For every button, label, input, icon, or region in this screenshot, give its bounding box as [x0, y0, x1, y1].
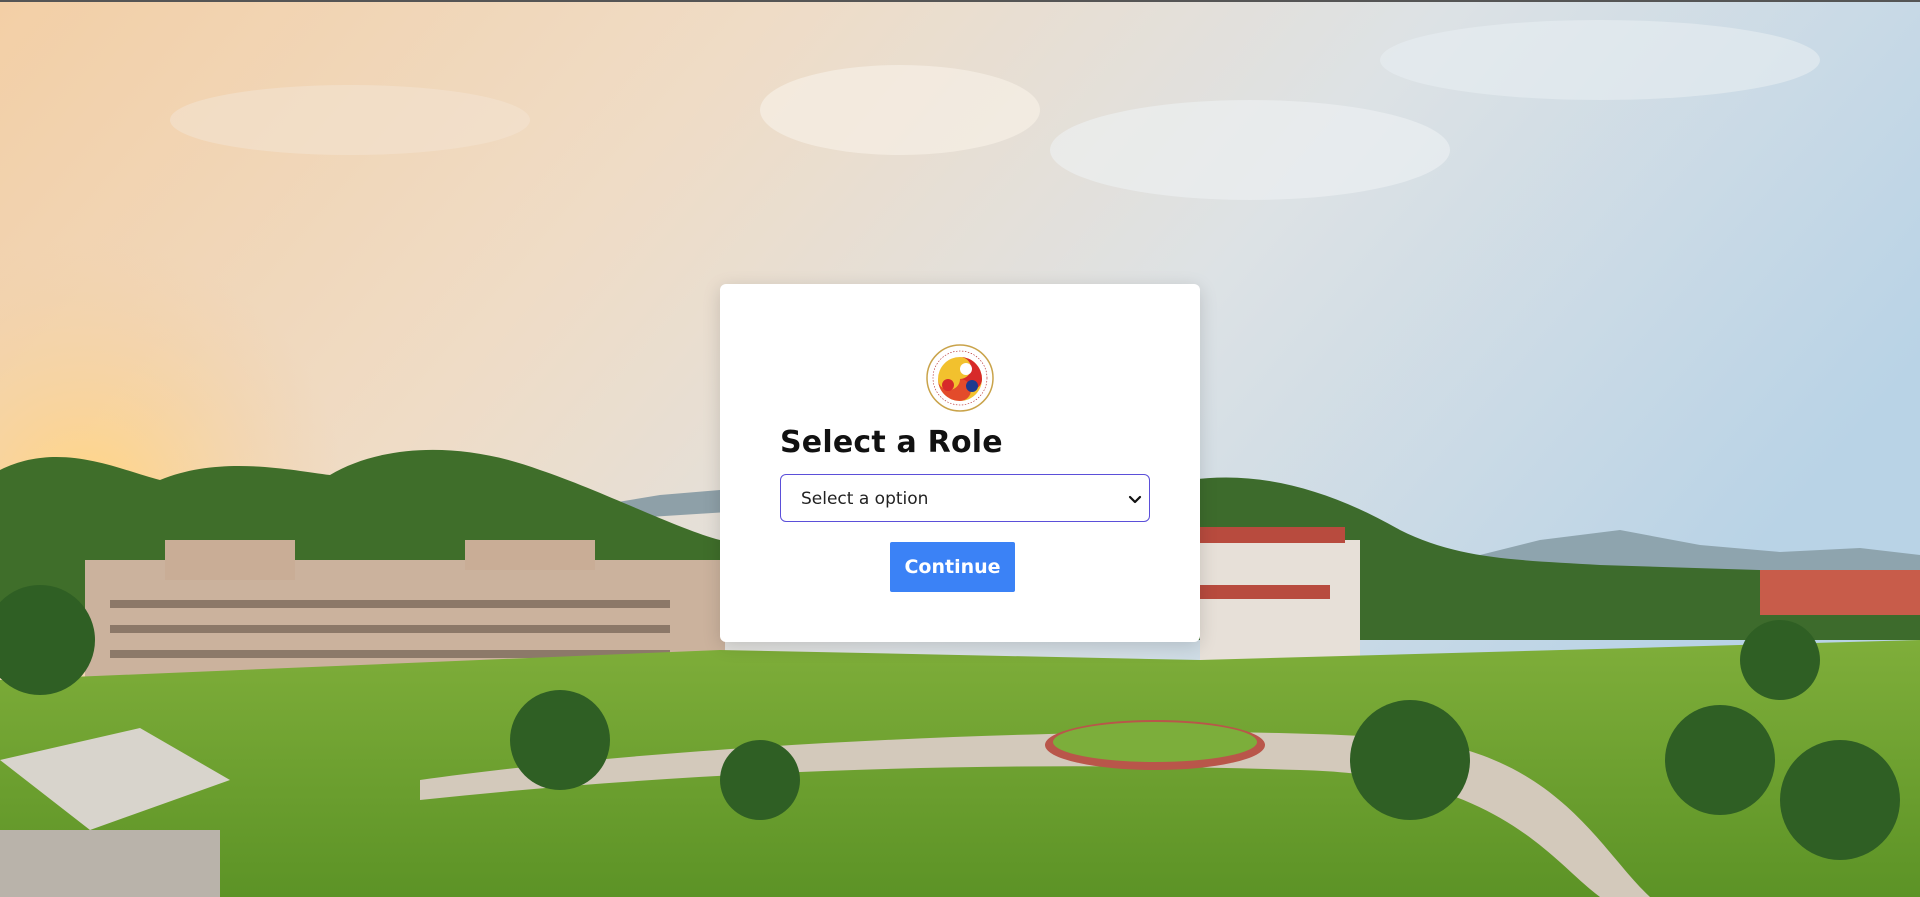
role-select-value: Select a option — [801, 489, 929, 509]
continue-button[interactable]: Continue — [890, 542, 1015, 592]
page-title: Select a Role — [780, 425, 1003, 460]
top-border — [0, 0, 1920, 2]
chevron-down-icon — [1127, 491, 1143, 507]
role-select[interactable]: Select a option — [780, 474, 1150, 522]
institute-emblem-icon — [925, 343, 995, 413]
